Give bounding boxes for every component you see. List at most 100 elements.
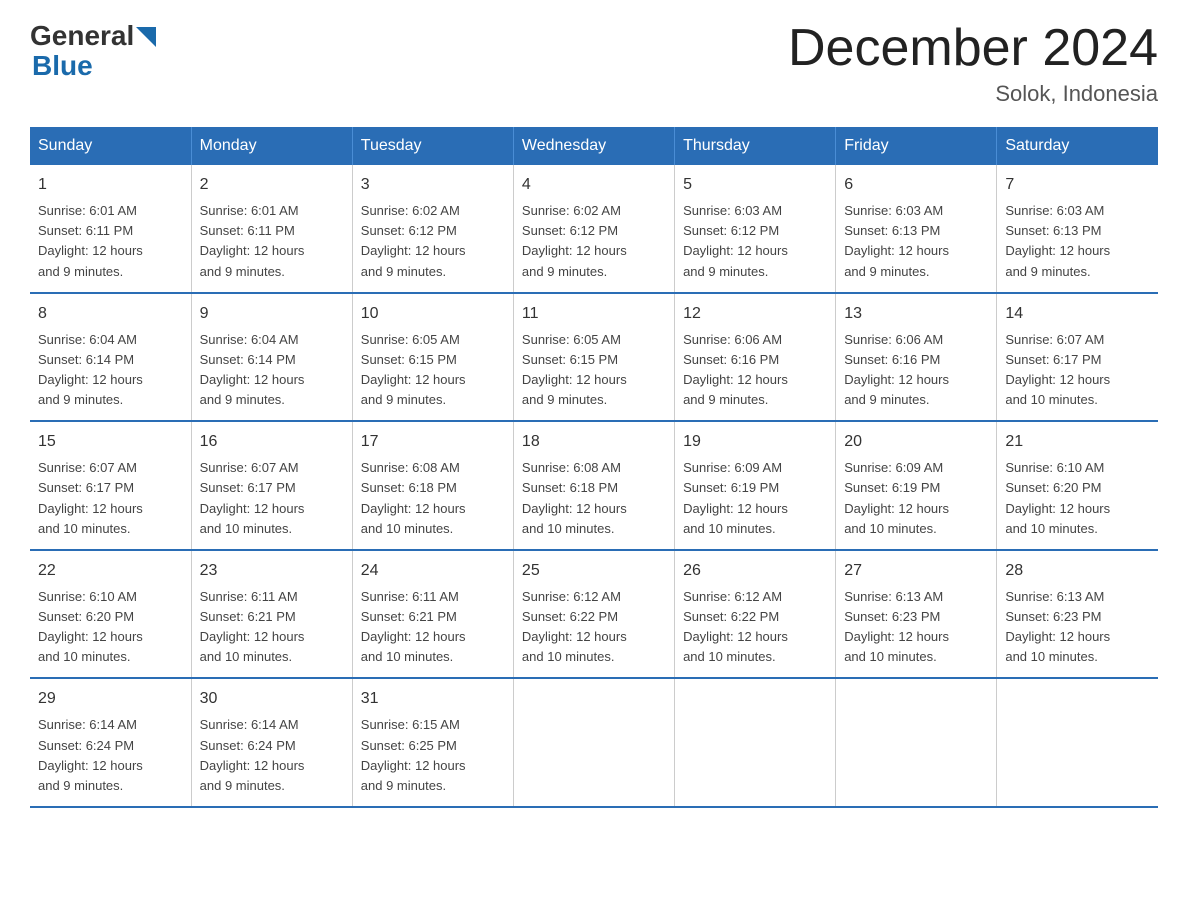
weekday-header-saturday: Saturday xyxy=(997,127,1158,165)
day-number: 16 xyxy=(200,430,344,454)
day-number: 13 xyxy=(844,302,988,326)
day-info: Sunrise: 6:03 AMSunset: 6:12 PMDaylight:… xyxy=(683,201,827,282)
day-number: 17 xyxy=(361,430,505,454)
calendar-title: December 2024 xyxy=(788,20,1158,77)
day-info: Sunrise: 6:01 AMSunset: 6:11 PMDaylight:… xyxy=(200,201,344,282)
day-cell: 23Sunrise: 6:11 AMSunset: 6:21 PMDayligh… xyxy=(191,550,352,679)
day-number: 20 xyxy=(844,430,988,454)
day-cell: 12 Sunrise: 6:06 AMSunset: 6:16 PMDayligh… xyxy=(675,293,836,422)
day-info: Sunrise: 6:10 AMSunset: 6:20 PMDaylight:… xyxy=(1005,458,1150,539)
day-number: 19 xyxy=(683,430,827,454)
day-number: 30 xyxy=(200,687,344,711)
day-number: 21 xyxy=(1005,430,1150,454)
logo-blue-text: Blue xyxy=(32,50,93,81)
day-info: Sunrise: 6:03 AMSunset: 6:13 PMDaylight:… xyxy=(1005,201,1150,282)
day-cell: 11 Sunrise: 6:05 AMSunset: 6:15 PMDayligh… xyxy=(513,293,674,422)
day-cell: 24 Sunrise: 6:11 AMSunset: 6:21 PMDayligh… xyxy=(352,550,513,679)
day-cell: 7 Sunrise: 6:03 AMSunset: 6:13 PMDaylight… xyxy=(997,165,1158,293)
logo: General Blue xyxy=(30,20,164,82)
day-cell: 6 Sunrise: 6:03 AMSunset: 6:13 PMDaylight… xyxy=(836,165,997,293)
day-cell: 22 Sunrise: 6:10 AMSunset: 6:20 PMDayligh… xyxy=(30,550,191,679)
day-cell: 28Sunrise: 6:13 AMSunset: 6:23 PMDayligh… xyxy=(997,550,1158,679)
weekday-header-sunday: Sunday xyxy=(30,127,191,165)
day-number: 24 xyxy=(361,559,505,583)
day-cell: 8 Sunrise: 6:04 AMSunset: 6:14 PMDaylight… xyxy=(30,293,191,422)
day-info: Sunrise: 6:11 AMSunset: 6:21 PMDaylight:… xyxy=(361,587,505,668)
day-info: Sunrise: 6:07 AMSunset: 6:17 PMDaylight:… xyxy=(38,458,183,539)
day-cell: 3Sunrise: 6:02 AMSunset: 6:12 PMDaylight… xyxy=(352,165,513,293)
week-row-5: 29 Sunrise: 6:14 AMSunset: 6:24 PMDayligh… xyxy=(30,678,1158,807)
day-number: 26 xyxy=(683,559,827,583)
day-number: 11 xyxy=(522,302,666,326)
day-number: 7 xyxy=(1005,173,1150,197)
weekday-header-tuesday: Tuesday xyxy=(352,127,513,165)
day-info: Sunrise: 6:09 AMSunset: 6:19 PMDaylight:… xyxy=(844,458,988,539)
day-number: 14 xyxy=(1005,302,1150,326)
day-info: Sunrise: 6:03 AMSunset: 6:13 PMDaylight:… xyxy=(844,201,988,282)
day-number: 5 xyxy=(683,173,827,197)
weekday-header-wednesday: Wednesday xyxy=(513,127,674,165)
day-number: 1 xyxy=(38,173,183,197)
day-cell: 5 Sunrise: 6:03 AMSunset: 6:12 PMDaylight… xyxy=(675,165,836,293)
day-number: 9 xyxy=(200,302,344,326)
day-info: Sunrise: 6:14 AMSunset: 6:24 PMDaylight:… xyxy=(38,715,183,796)
day-cell: 16 Sunrise: 6:07 AMSunset: 6:17 PMDayligh… xyxy=(191,421,352,550)
day-number: 2 xyxy=(200,173,344,197)
day-info: Sunrise: 6:12 AMSunset: 6:22 PMDaylight:… xyxy=(522,587,666,668)
day-info: Sunrise: 6:10 AMSunset: 6:20 PMDaylight:… xyxy=(38,587,183,668)
day-info: Sunrise: 6:14 AMSunset: 6:24 PMDaylight:… xyxy=(200,715,344,796)
day-number: 25 xyxy=(522,559,666,583)
day-number: 8 xyxy=(38,302,183,326)
day-number: 27 xyxy=(844,559,988,583)
day-info: Sunrise: 6:12 AMSunset: 6:22 PMDaylight:… xyxy=(683,587,827,668)
weekday-header-row: SundayMondayTuesdayWednesdayThursdayFrid… xyxy=(30,127,1158,165)
title-section: December 2024 Solok, Indonesia xyxy=(788,20,1158,107)
day-number: 18 xyxy=(522,430,666,454)
day-number: 10 xyxy=(361,302,505,326)
day-info: Sunrise: 6:07 AMSunset: 6:17 PMDaylight:… xyxy=(1005,330,1150,411)
calendar-subtitle: Solok, Indonesia xyxy=(788,81,1158,107)
day-cell: 29 Sunrise: 6:14 AMSunset: 6:24 PMDayligh… xyxy=(30,678,191,807)
weekday-header-thursday: Thursday xyxy=(675,127,836,165)
day-number: 12 xyxy=(683,302,827,326)
weekday-header-monday: Monday xyxy=(191,127,352,165)
day-number: 22 xyxy=(38,559,183,583)
week-row-1: 1 Sunrise: 6:01 AMSunset: 6:11 PMDaylight… xyxy=(30,165,1158,293)
day-info: Sunrise: 6:02 AMSunset: 6:12 PMDaylight:… xyxy=(522,201,666,282)
day-cell: 4 Sunrise: 6:02 AMSunset: 6:12 PMDaylight… xyxy=(513,165,674,293)
day-cell: 1Sunrise: 6:01 AMSunset: 6:11 PMDaylight… xyxy=(30,165,191,293)
day-info: Sunrise: 6:11 AMSunset: 6:21 PMDaylight:… xyxy=(200,587,344,668)
day-cell: 21 Sunrise: 6:10 AMSunset: 6:20 PMDayligh… xyxy=(997,421,1158,550)
day-cell: 25 Sunrise: 6:12 AMSunset: 6:22 PMDayligh… xyxy=(513,550,674,679)
day-cell: 26 Sunrise: 6:12 AMSunset: 6:22 PMDayligh… xyxy=(675,550,836,679)
day-cell: 27Sunrise: 6:13 AMSunset: 6:23 PMDayligh… xyxy=(836,550,997,679)
day-number: 31 xyxy=(361,687,505,711)
day-cell xyxy=(513,678,674,807)
day-cell: 9 Sunrise: 6:04 AMSunset: 6:14 PMDaylight… xyxy=(191,293,352,422)
day-cell xyxy=(675,678,836,807)
week-row-3: 15Sunrise: 6:07 AMSunset: 6:17 PMDayligh… xyxy=(30,421,1158,550)
day-info: Sunrise: 6:07 AMSunset: 6:17 PMDaylight:… xyxy=(200,458,344,539)
day-cell: 18Sunrise: 6:08 AMSunset: 6:18 PMDayligh… xyxy=(513,421,674,550)
day-info: Sunrise: 6:06 AMSunset: 6:16 PMDaylight:… xyxy=(683,330,827,411)
day-number: 29 xyxy=(38,687,183,711)
day-cell: 20 Sunrise: 6:09 AMSunset: 6:19 PMDayligh… xyxy=(836,421,997,550)
day-info: Sunrise: 6:08 AMSunset: 6:18 PMDaylight:… xyxy=(361,458,505,539)
calendar-table: SundayMondayTuesdayWednesdayThursdayFrid… xyxy=(30,127,1158,808)
day-info: Sunrise: 6:04 AMSunset: 6:14 PMDaylight:… xyxy=(200,330,344,411)
weekday-header-friday: Friday xyxy=(836,127,997,165)
day-number: 3 xyxy=(361,173,505,197)
day-number: 4 xyxy=(522,173,666,197)
day-cell: 10Sunrise: 6:05 AMSunset: 6:15 PMDayligh… xyxy=(352,293,513,422)
day-number: 28 xyxy=(1005,559,1150,583)
day-cell: 31 Sunrise: 6:15 AMSunset: 6:25 PMDayligh… xyxy=(352,678,513,807)
day-info: Sunrise: 6:05 AMSunset: 6:15 PMDaylight:… xyxy=(522,330,666,411)
day-info: Sunrise: 6:09 AMSunset: 6:19 PMDaylight:… xyxy=(683,458,827,539)
day-cell xyxy=(836,678,997,807)
day-info: Sunrise: 6:15 AMSunset: 6:25 PMDaylight:… xyxy=(361,715,505,796)
day-cell: 30 Sunrise: 6:14 AMSunset: 6:24 PMDayligh… xyxy=(191,678,352,807)
day-info: Sunrise: 6:04 AMSunset: 6:14 PMDaylight:… xyxy=(38,330,183,411)
day-number: 6 xyxy=(844,173,988,197)
day-cell: 19 Sunrise: 6:09 AMSunset: 6:19 PMDayligh… xyxy=(675,421,836,550)
day-cell: 13Sunrise: 6:06 AMSunset: 6:16 PMDayligh… xyxy=(836,293,997,422)
